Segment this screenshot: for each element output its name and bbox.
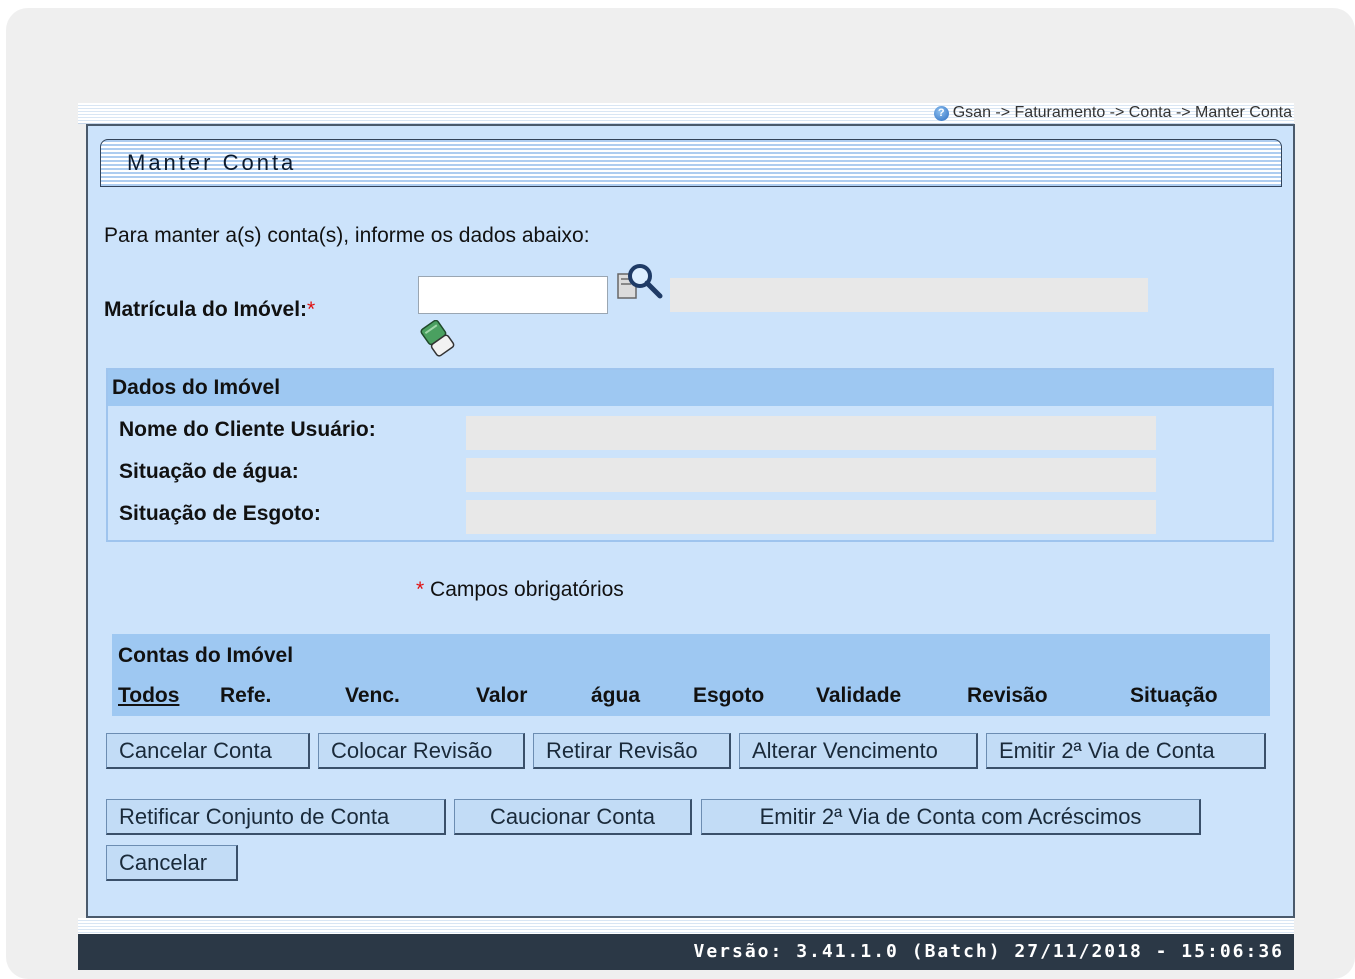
matricula-input[interactable] (418, 276, 608, 314)
eraser-icon[interactable] (420, 320, 456, 358)
colocar-revisao-button[interactable]: Colocar Revisão (318, 733, 525, 769)
column-esgoto: Esgoto (693, 684, 765, 707)
column-situacao: Situação (1130, 684, 1218, 707)
required-mark: * (307, 298, 316, 321)
main-panel: Manter Conta Para manter a(s) conta(s), … (86, 124, 1295, 918)
column-validade: Validade (816, 684, 902, 707)
magnifier-icon[interactable] (616, 262, 664, 306)
emitir-segunda-via-button[interactable]: Emitir 2ª Via de Conta (986, 733, 1266, 769)
version-text: Versão: 3.41.1.0 (Batch) 27/11/2018 - 15… (693, 941, 1284, 962)
footer-stripes (78, 918, 1294, 934)
situacao-agua-field (466, 458, 1156, 492)
retificar-conjunto-button[interactable]: Retificar Conjunto de Conta (106, 799, 446, 835)
alterar-vencimento-button[interactable]: Alterar Vencimento (739, 733, 978, 769)
breadcrumb-text: Gsan -> Faturamento -> Conta -> Manter C… (952, 104, 1292, 121)
required-mark: * (416, 578, 425, 601)
dados-imovel-header: Dados do Imóvel (108, 370, 1272, 406)
contas-imovel-title: Contas do Imóvel (118, 644, 294, 667)
nome-cliente-label: Nome do Cliente Usuário: (119, 418, 376, 441)
matricula-label-text: Matrícula do Imóvel: (104, 298, 308, 321)
cancelar-conta-button[interactable]: Cancelar Conta (106, 733, 310, 769)
situacao-esgoto-field (466, 500, 1156, 534)
column-agua: água (591, 684, 641, 707)
cancelar-button[interactable]: Cancelar (106, 845, 238, 881)
title-bar: Manter Conta (100, 139, 1282, 187)
intro-text: Para manter a(s) conta(s), informe os da… (104, 224, 590, 247)
breadcrumb: ? Gsan -> Faturamento -> Conta -> Manter… (933, 104, 1292, 122)
contas-imovel-section: Contas do Imóvel Todos Refe. Venc. Valor… (112, 634, 1270, 716)
situacao-agua-label: Situação de água: (119, 460, 299, 483)
breadcrumb-bar: ? Gsan -> Faturamento -> Conta -> Manter… (78, 103, 1294, 124)
column-todos[interactable]: Todos (118, 684, 179, 708)
column-venc: Venc. (345, 684, 400, 707)
column-valor: Valor (476, 684, 528, 707)
page-title: Manter Conta (127, 150, 297, 175)
help-icon[interactable]: ? (933, 105, 949, 121)
column-refe: Refe. (220, 684, 272, 707)
imovel-description-field (670, 278, 1148, 312)
caucionar-conta-button[interactable]: Caucionar Conta (454, 799, 692, 835)
situacao-esgoto-label: Situação de Esgoto: (119, 502, 321, 525)
column-revisao: Revisão (967, 684, 1048, 707)
campos-obrigatorios-text: Campos obrigatórios (430, 578, 624, 601)
emitir-com-acrescimos-button[interactable]: Emitir 2ª Via de Conta com Acréscimos (701, 799, 1201, 835)
matricula-label: Matrícula do Imóvel:* (104, 298, 315, 322)
retirar-revisao-button[interactable]: Retirar Revisão (533, 733, 731, 769)
dados-imovel-section: Dados do Imóvel Nome do Cliente Usuário:… (106, 368, 1274, 542)
campos-obrigatorios: * Campos obrigatórios (416, 578, 624, 602)
footer-bar: Versão: 3.41.1.0 (Batch) 27/11/2018 - 15… (78, 934, 1294, 970)
nome-cliente-field (466, 416, 1156, 450)
